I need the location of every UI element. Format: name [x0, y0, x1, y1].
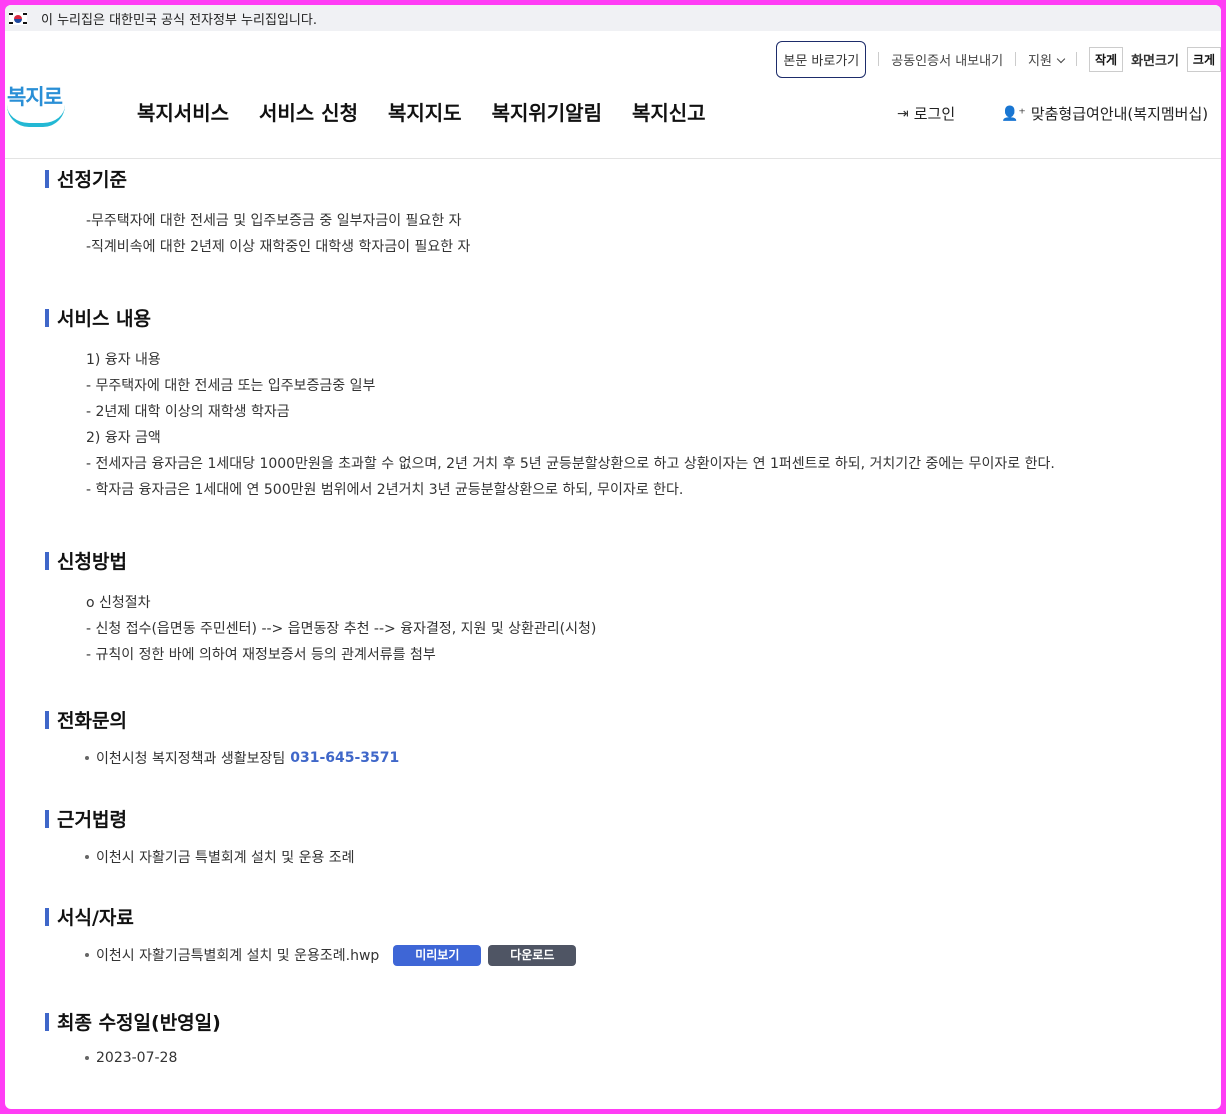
section-criteria: 선정기준 -무주택자에 대한 전세금 및 입주보증금 중 일부자금이 필요한 자…	[45, 165, 470, 260]
section-title: 최종 수정일(반영일)	[45, 1008, 221, 1035]
section-title: 근거법령	[45, 805, 355, 832]
section-apply-method: 신청방법 o 신청절차 - 신청 접수(읍면동 주민센터) --> 읍면동장 추…	[45, 547, 596, 668]
section-service-content: 서비스 내용 1) 융자 내용 - 무주택자에 대한 전세금 또는 입주보증금중…	[45, 304, 1055, 503]
nav-item-welfare-report[interactable]: 복지신고	[632, 97, 706, 126]
section-phone-inquiry: 전화문의 이천시청 복지정책과 생활보장팀 031-645-3571	[45, 706, 399, 771]
cert-export-link[interactable]: 공동인증서 내보내기	[891, 50, 1003, 69]
divider	[1075, 52, 1077, 66]
phone-number-link[interactable]: 031-645-3571	[290, 750, 399, 766]
preview-button[interactable]: 미리보기	[393, 944, 482, 966]
phone-org: 이천시청 복지정책과 생활보장팀	[96, 751, 286, 767]
utility-bar: 본문 바로가기 공동인증서 내보내기 지원 작게 화면크기 크게	[776, 40, 1221, 78]
nav-item-welfare-services[interactable]: 복지서비스	[137, 97, 229, 126]
law-name: 이천시 자활기금 특별회계 설치 및 운용 조례	[96, 850, 355, 866]
font-smaller-button[interactable]: 작게	[1088, 46, 1124, 72]
support-label: 지원	[1028, 53, 1052, 69]
body-line: 2) 융자 금액	[86, 430, 161, 446]
section-body: -무주택자에 대한 전세금 및 입주보증금 중 일부자금이 필요한 자 -직계비…	[86, 208, 470, 260]
divider	[878, 52, 880, 66]
body-line: - 규칙이 정한 바에 의하여 재정보증서 등의 관계서류를 첨부	[86, 647, 436, 663]
list-item: 이천시 자활기금 특별회계 설치 및 운용 조례	[85, 844, 355, 870]
nav-item-crisis-alert[interactable]: 복지위기알림	[492, 97, 602, 126]
download-button[interactable]: 다운로드	[488, 944, 577, 966]
body-line: - 무주택자에 대한 전세금 또는 입주보증금중 일부	[86, 378, 376, 394]
site-logo[interactable]: 복지로	[5, 77, 69, 137]
font-larger-button[interactable]: 크게	[1186, 46, 1221, 72]
section-legal-basis: 근거법령 이천시 자활기금 특별회계 설치 및 운용 조례	[45, 805, 355, 870]
body-line: - 신청 접수(읍면동 주민센터) --> 읍면동장 추천 --> 융자결정, …	[86, 621, 597, 637]
login-label: 로그인	[913, 105, 956, 123]
bullet-icon	[85, 1056, 89, 1060]
section-title: 서비스 내용	[45, 304, 1055, 331]
section-title: 신청방법	[45, 547, 596, 574]
file-name: 이천시 자활기금특별회계 설치 및 운용조례.hwp	[96, 948, 380, 964]
gov-banner: 이 누리집은 대한민국 공식 전자정부 누리집입니다.	[5, 5, 1221, 31]
browser-viewport: 이 누리집은 대한민국 공식 전자정부 누리집입니다. 본문 바로가기 공동인증…	[5, 5, 1221, 1109]
body-line: - 학자금 융자금은 1세대에 연 500만원 범위에서 2년거치 3년 균등분…	[86, 482, 684, 498]
site-header: 복지로 복지서비스 서비스 신청 복지지도 복지위기알림 복지신고 ⇥ 로그인 …	[5, 77, 1221, 159]
section-title: 전화문의	[45, 706, 399, 733]
body-line: -직계비속에 대한 2년제 이상 재학중인 대학생 학자금이 필요한 자	[86, 239, 471, 255]
section-body: o 신청절차 - 신청 접수(읍면동 주민센터) --> 읍면동장 추천 -->…	[86, 590, 596, 668]
divider	[1015, 52, 1017, 66]
list-item: 2023-07-28	[85, 1045, 221, 1071]
main-nav: 복지서비스 서비스 신청 복지지도 복지위기알림 복지신고	[137, 97, 706, 126]
chevron-down-icon	[1056, 54, 1066, 63]
gov-banner-text: 이 누리집은 대한민국 공식 전자정부 누리집입니다.	[41, 12, 317, 28]
nav-item-welfare-map[interactable]: 복지지도	[388, 97, 462, 126]
section-forms: 서식/자료 이천시 자활기금특별회계 설치 및 운용조례.hwp 미리보기 다운…	[45, 903, 577, 968]
body-line: 1) 융자 내용	[86, 352, 161, 368]
membership-label: 맞춤형급여안내(복지멤버십)	[1030, 105, 1209, 123]
updated-date: 2023-07-28	[96, 1050, 178, 1066]
section-title: 서식/자료	[45, 903, 576, 930]
font-size-label: 화면크기	[1131, 53, 1179, 69]
bullet-icon	[85, 756, 89, 760]
body-line: o 신청절차	[86, 595, 151, 611]
nav-item-service-apply[interactable]: 서비스 신청	[259, 97, 358, 126]
support-menu[interactable]: 지원	[1028, 50, 1066, 69]
login-icon: ⇥	[897, 105, 909, 122]
membership-button[interactable]: 👤⁺ 맞춤형급여안내(복지멤버십)	[1001, 103, 1208, 124]
list-item: 이천시청 복지정책과 생활보장팀 031-645-3571	[85, 745, 399, 771]
section-body: 1) 융자 내용 - 무주택자에 대한 전세금 또는 입주보증금중 일부 - 2…	[86, 347, 1055, 503]
section-title: 선정기준	[45, 165, 470, 192]
bullet-icon	[85, 953, 89, 957]
login-button[interactable]: ⇥ 로그인	[897, 103, 955, 124]
body-line: - 전세자금 융자금은 1세대당 1000만원을 초과할 수 없으며, 2년 거…	[86, 456, 1055, 472]
list-item: 이천시 자활기금특별회계 설치 및 운용조례.hwp 미리보기 다운로드	[85, 942, 577, 968]
logo-smile-icon	[7, 105, 65, 127]
user-add-icon: 👤⁺	[1001, 105, 1026, 122]
section-last-updated: 최종 수정일(반영일) 2023-07-28	[45, 1008, 221, 1071]
skip-to-content-button[interactable]: 본문 바로가기	[776, 40, 867, 78]
bullet-icon	[85, 855, 89, 859]
korean-flag-icon	[9, 11, 27, 25]
body-line: - 2년제 대학 이상의 재학생 학자금	[86, 404, 290, 420]
body-line: -무주택자에 대한 전세금 및 입주보증금 중 일부자금이 필요한 자	[86, 213, 462, 229]
